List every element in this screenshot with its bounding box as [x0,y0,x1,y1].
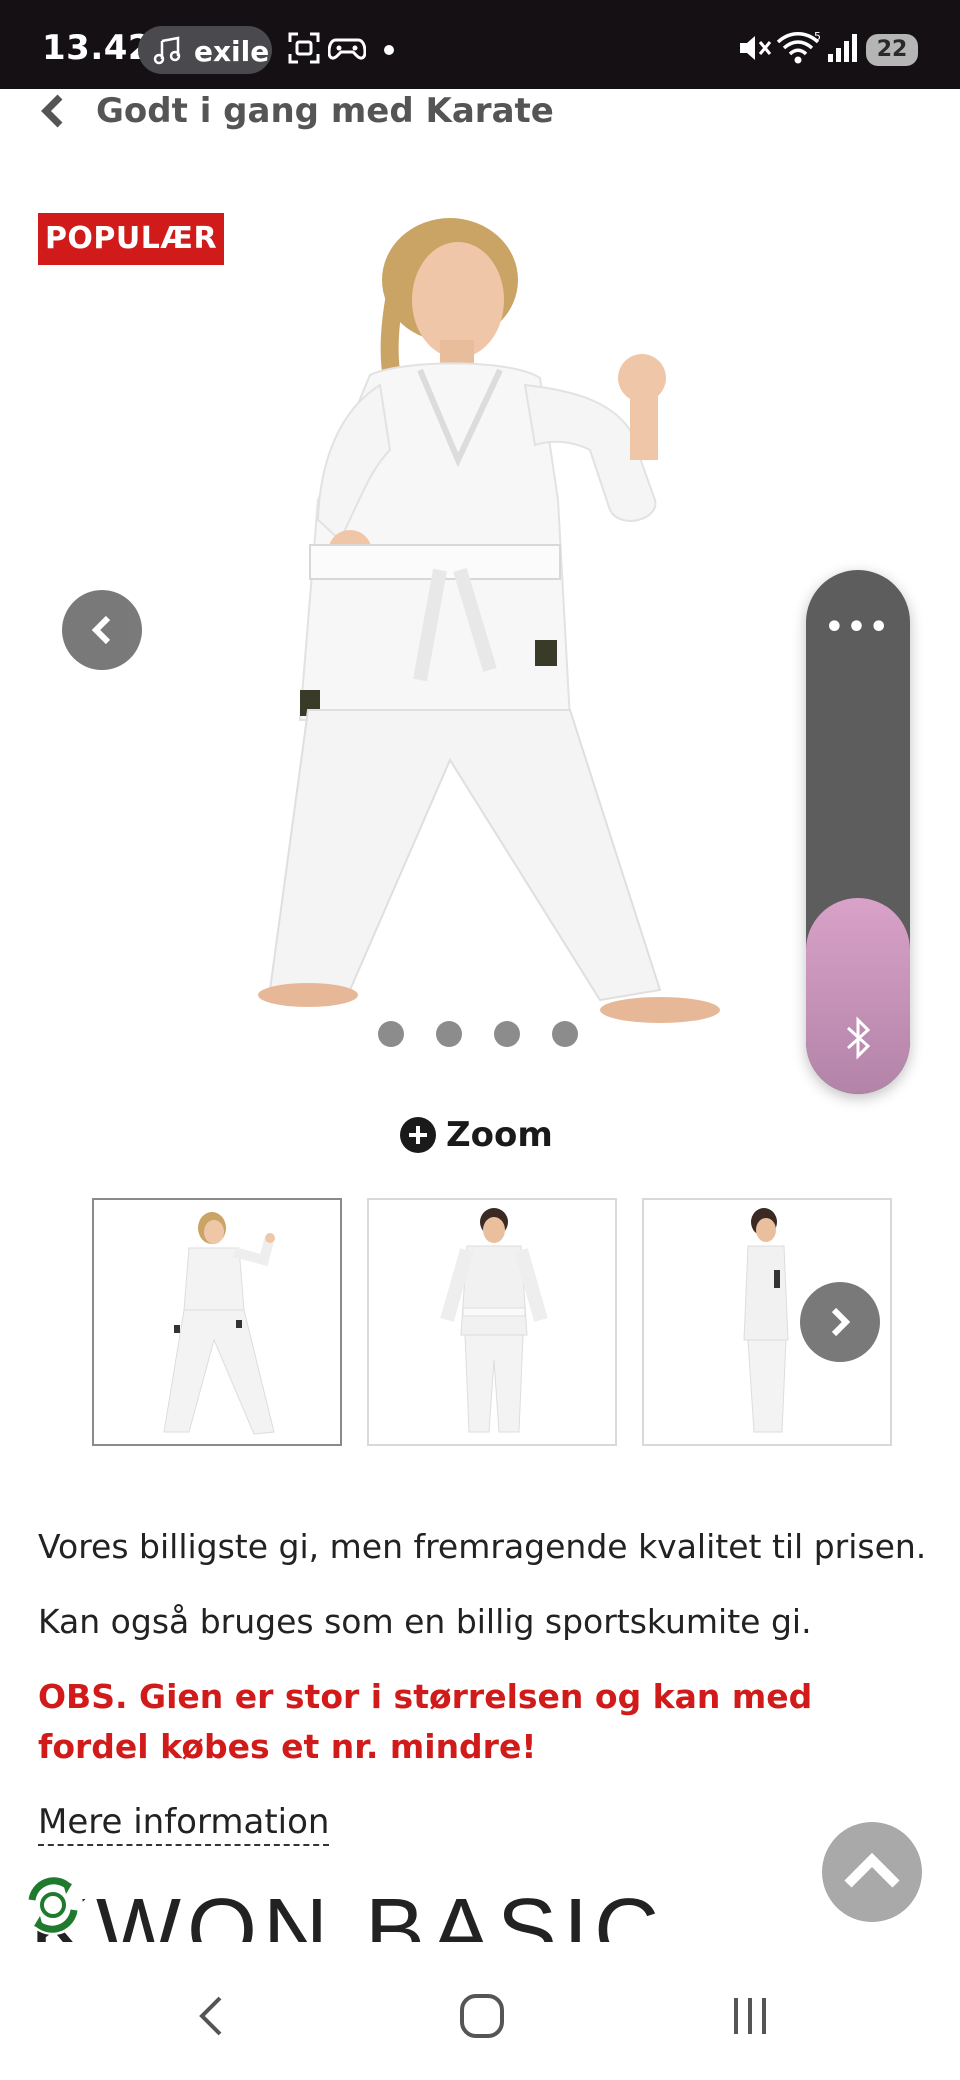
svg-text:5: 5 [814,30,821,43]
media-pill[interactable]: exile [138,26,272,74]
carousel-dots [378,1021,578,1047]
description-line-1: Vores billigste gi, men fremragende kval… [38,1527,927,1566]
thumbnail-image [440,1208,548,1433]
wifi-icon: 5 [776,30,821,64]
bluetooth-button[interactable] [806,898,910,1094]
plus-circle-icon [400,1117,436,1153]
nav-back-icon[interactable] [182,1986,242,2046]
notification-dot-icon [384,45,394,55]
bluetooth-icon [846,1016,871,1060]
product-title-text: KWON BASIC [30,1896,930,1942]
carousel-dot[interactable] [552,1021,578,1047]
carousel-prev-button[interactable] [62,590,142,670]
chevron-left-icon [91,615,111,645]
nav-recents-icon[interactable] [720,1986,780,2046]
size-warning: OBS. Gien er stor i størrelsen og kan me… [38,1677,813,1766]
chevron-up-icon [844,1852,900,1888]
popular-badge: POPULÆR [38,213,224,265]
thumbnail-image [163,1212,275,1435]
music-note-icon [153,36,181,65]
carousel-dot[interactable] [378,1021,404,1047]
battery-icon: 22 [866,34,918,66]
carousel-dot[interactable] [436,1021,462,1047]
scroll-to-top-button[interactable] [822,1822,922,1922]
breadcrumb-label: Godt i gang med Karate [96,91,554,131]
screen-capture-icon [288,32,320,64]
carousel-dot[interactable] [494,1021,520,1047]
floating-side-panel[interactable]: ••• [806,570,910,1094]
zoom-label: Zoom [446,1115,553,1155]
status-time: 13.42 [42,28,153,68]
product-main-image[interactable] [190,200,750,1070]
system-nav-bar [0,1950,960,2080]
chevron-right-icon [831,1307,851,1337]
product-title: KWON BASIC [30,1896,930,1942]
zoom-button[interactable]: Zoom [400,1115,553,1155]
recycle-icon[interactable] [18,1870,88,1940]
mute-icon [740,36,772,60]
thumbnail-next-button[interactable] [800,1282,880,1362]
more-options-icon[interactable]: ••• [806,610,910,645]
more-information-link[interactable]: Mere information [38,1800,330,1846]
game-controller-icon [328,38,366,60]
media-label: exile [194,35,270,68]
chevron-left-icon [41,94,63,128]
status-bar: 13.42 exile 5 22 [0,0,960,89]
description-line-2: Kan også bruges som en billig sportskumi… [38,1602,812,1641]
signal-icon [828,34,857,62]
thumbnail-front-pose[interactable] [92,1198,342,1446]
thumbnail-front-standing[interactable] [367,1198,617,1446]
breadcrumb[interactable]: Godt i gang med Karate [38,88,554,134]
nav-home-icon[interactable] [452,1986,512,2046]
